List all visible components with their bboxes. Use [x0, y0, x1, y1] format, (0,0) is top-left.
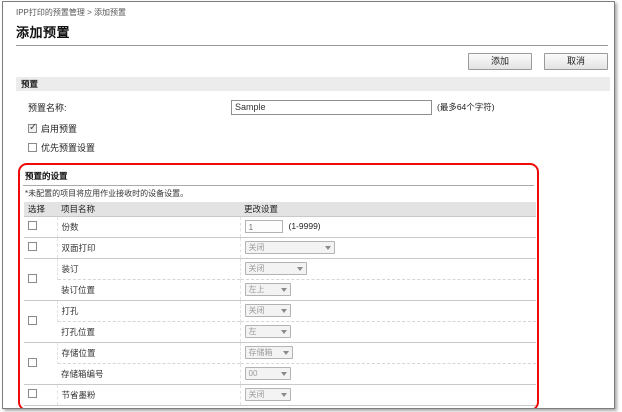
item-value-cell: 左上 [240, 279, 536, 300]
chevron-down-icon [281, 372, 287, 376]
page-title: 添加预置 [16, 22, 608, 41]
row-select-checkbox[interactable] [28, 274, 37, 283]
setting-dropdown[interactable]: 关闭 [245, 388, 291, 401]
add-button[interactable]: 添加 [468, 53, 532, 70]
dropdown-value: 关闭 [249, 242, 265, 253]
action-button-row: 添加 取消 [16, 53, 608, 70]
table-row: 打孔关闭 [24, 300, 536, 321]
item-value-cell: 存储箱 [240, 342, 536, 363]
dropdown-value: 关闭 [249, 305, 265, 316]
item-value-cell: 关闭 [240, 237, 536, 258]
item-value-cell: 左 [240, 321, 536, 342]
item-name-cell: 存储箱编号 [57, 363, 240, 384]
dropdown-value: 存储箱 [249, 347, 273, 358]
dropdown-value: 00 [249, 369, 258, 378]
row-select-cell [24, 300, 57, 342]
preset-name-label: 预置名称: [28, 101, 231, 114]
row-select-checkbox[interactable] [28, 316, 37, 325]
item-value-cell: 关闭 [240, 300, 536, 321]
enable-preset-label: 启用预置 [41, 122, 77, 135]
item-value-cell: 1 (1-9999) [240, 216, 536, 237]
enable-preset-checkbox[interactable] [28, 124, 37, 133]
range-note: (1-9999) [289, 221, 321, 231]
dropdown-value: 关闭 [249, 263, 265, 274]
setting-dropdown[interactable]: 存储箱 [245, 346, 293, 359]
item-name-cell: 节省墨粉 [57, 384, 240, 405]
setting-dropdown[interactable]: 关闭 [245, 304, 291, 317]
chevron-down-icon [281, 393, 287, 397]
table-row: 打孔位置左 [24, 321, 536, 342]
preset-name-note: (最多64个字符) [437, 101, 495, 113]
red-highlight-annotation: 预置的设置 *未配置的项目将应用作业接收时的设备设置。 选择 项目名称 更改设置… [18, 163, 539, 409]
chevron-down-icon [325, 246, 331, 250]
row-select-checkbox[interactable] [28, 358, 37, 367]
chevron-down-icon [297, 267, 303, 271]
column-header-value: 更改设置 [240, 202, 536, 216]
column-header-select: 选择 [24, 202, 57, 216]
preset-name-row: 预置名称: (最多64个字符) [28, 99, 608, 115]
chevron-down-icon [281, 288, 287, 292]
chevron-down-icon [283, 351, 289, 355]
row-select-cell [24, 258, 57, 300]
table-row: 存储箱编号 00 [24, 363, 536, 384]
dropdown-value: 左 [249, 326, 257, 337]
item-value-cell: 关闭 [240, 258, 536, 279]
priority-preset-checkbox[interactable] [28, 143, 37, 152]
setting-dropdown[interactable]: 左 [245, 325, 291, 338]
setting-dropdown[interactable]: 00 [245, 367, 291, 380]
settings-section-note: *未配置的项目将应用作业接收时的设备设置。 [23, 186, 534, 202]
table-row: 份数 1 (1-9999) [24, 216, 536, 237]
item-name-cell: 打孔位置 [57, 321, 240, 342]
table-row: 节省墨粉关闭 [24, 384, 536, 405]
row-select-cell [24, 216, 57, 237]
copies-input[interactable]: 1 [245, 220, 283, 233]
settings-table-body: 份数1(1-9999)双面打印关闭装订关闭装订位置左上打孔关闭打孔位置左存储位置… [24, 216, 536, 405]
setting-dropdown[interactable]: 关闭 [245, 262, 307, 275]
setting-dropdown[interactable]: 左上 [245, 283, 291, 296]
priority-preset-row: 优先预置设置 [28, 142, 608, 153]
table-row: 双面打印关闭 [24, 237, 536, 258]
column-header-item: 项目名称 [57, 202, 240, 216]
table-row: 装订位置左上 [24, 279, 536, 300]
breadcrumb[interactable]: IPP打印的预置管理 > 添加预置 [16, 7, 608, 18]
app-window: IPP打印的预置管理 > 添加预置 添加预置 添加 取消 预置 预置名称: (最… [2, 1, 615, 409]
enable-preset-row: 启用预置 [28, 123, 608, 134]
row-select-cell [24, 384, 57, 405]
title-divider [16, 45, 608, 46]
priority-preset-label: 优先预置设置 [41, 141, 95, 154]
preset-name-input[interactable] [231, 100, 432, 115]
settings-table: 选择 项目名称 更改设置 份数1(1-9999)双面打印关闭装订关闭装订位置左上… [24, 202, 536, 406]
item-name-cell: 装订位置 [57, 279, 240, 300]
row-select-checkbox[interactable] [28, 242, 37, 251]
row-select-checkbox[interactable] [28, 221, 37, 230]
cancel-button[interactable]: 取消 [544, 53, 608, 70]
row-select-checkbox[interactable] [28, 389, 37, 398]
table-row: 装订关闭 [24, 258, 536, 279]
item-name-cell: 装订 [57, 258, 240, 279]
item-name-cell: 份数 [57, 216, 240, 237]
preset-section-header: 预置 [16, 77, 610, 91]
setting-dropdown[interactable]: 关闭 [245, 241, 335, 254]
row-select-cell [24, 237, 57, 258]
item-name-cell: 打孔 [57, 300, 240, 321]
item-value-cell: 00 [240, 363, 536, 384]
dropdown-value: 左上 [249, 284, 265, 295]
dropdown-value: 关闭 [249, 389, 265, 400]
table-row: 存储位置存储箱 [24, 342, 536, 363]
item-name-cell: 双面打印 [57, 237, 240, 258]
item-value-cell: 关闭 [240, 384, 536, 405]
item-name-cell: 存储位置 [57, 342, 240, 363]
settings-section-header: 预置的设置 [23, 169, 534, 186]
table-header-row: 选择 项目名称 更改设置 [24, 202, 536, 216]
chevron-down-icon [281, 309, 287, 313]
chevron-down-icon [281, 330, 287, 334]
row-select-cell [24, 342, 57, 384]
